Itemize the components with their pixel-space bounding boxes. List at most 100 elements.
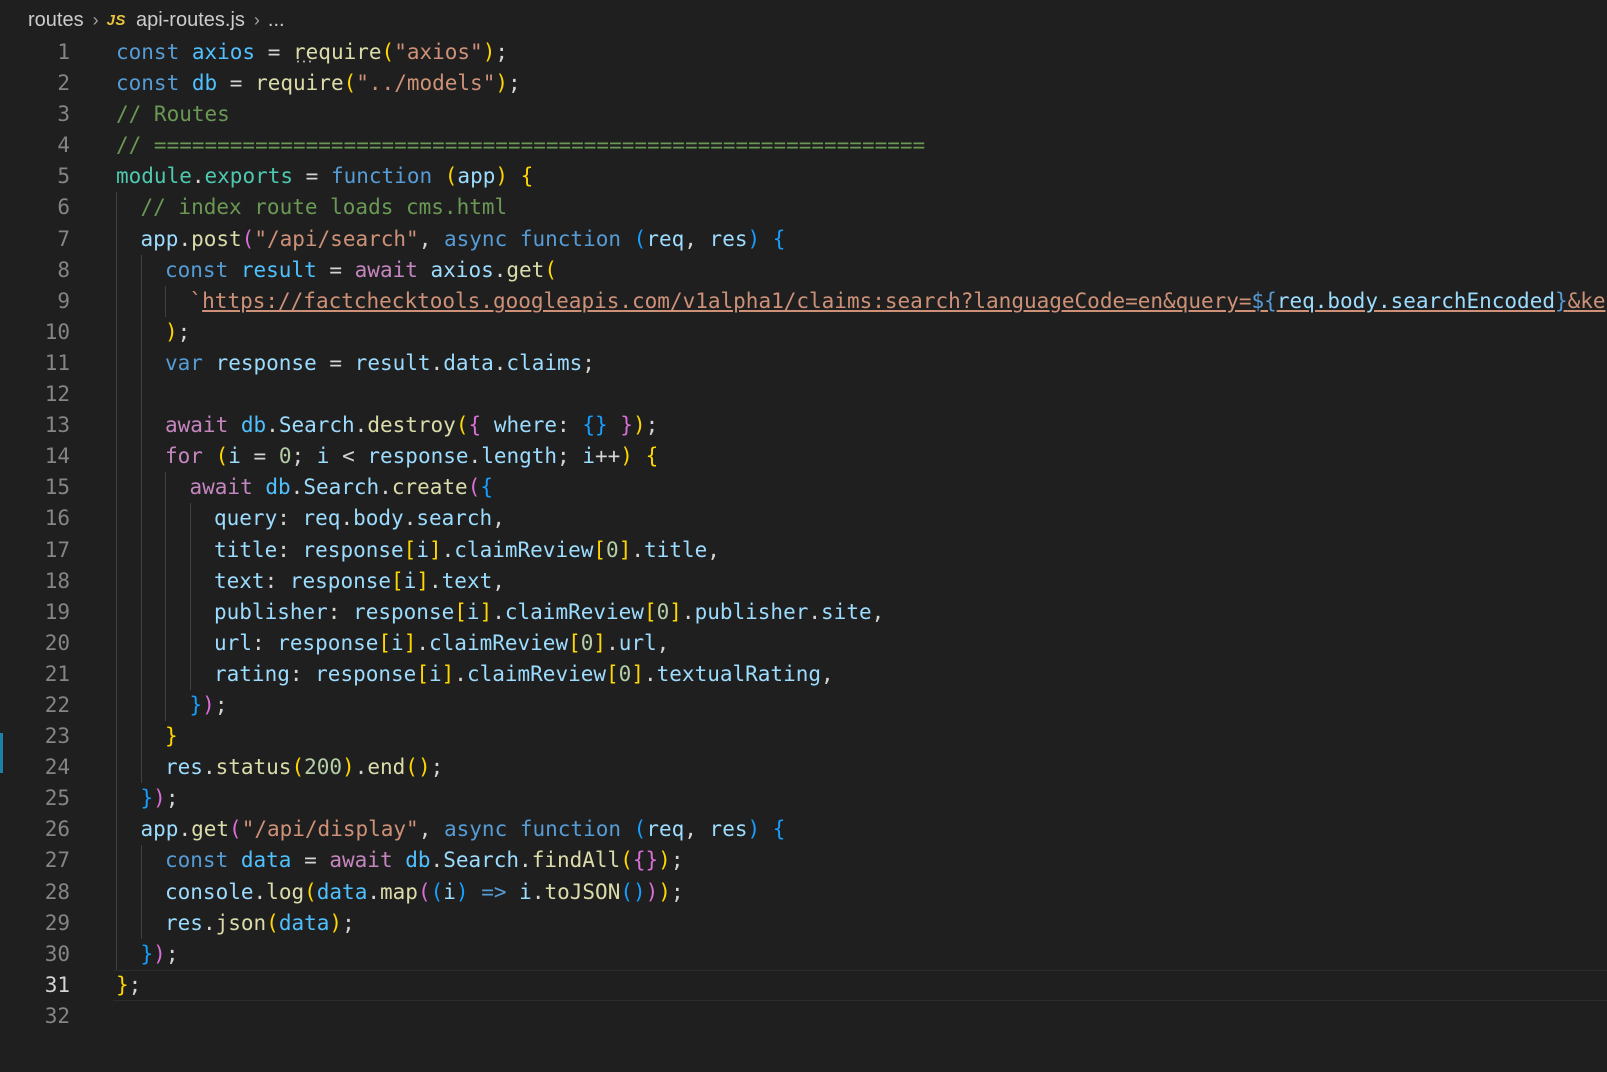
- breadcrumb-file[interactable]: api-routes.js: [136, 9, 245, 32]
- code-line[interactable]: 3 // Routes: [0, 99, 1607, 130]
- code-token: ): [165, 319, 178, 344]
- line-number[interactable]: 25: [0, 783, 70, 814]
- indent-guide: [165, 285, 166, 317]
- line-number[interactable]: 31: [0, 970, 70, 1001]
- line-number[interactable]: 32: [0, 1001, 70, 1032]
- line-number[interactable]: 11: [0, 348, 70, 379]
- code-line[interactable]: 25});: [0, 783, 1607, 815]
- breadcrumb-more[interactable]: ...: [268, 9, 285, 32]
- line-number[interactable]: 30: [0, 939, 70, 970]
- code-token: req.body.searchEncoded: [1276, 288, 1555, 313]
- code-line[interactable]: 21 rating: response[i].claimReview[0].tex…: [0, 658, 1607, 690]
- code-token: 0: [580, 630, 594, 655]
- code-token: {}: [582, 413, 608, 438]
- line-number[interactable]: 17: [0, 535, 70, 566]
- code-line[interactable]: 19 publisher: response[i].claimReview[0].…: [0, 596, 1607, 628]
- code-token: &key=: [1567, 288, 1607, 313]
- indent-guide: [116, 223, 117, 255]
- code-token: ,: [707, 537, 720, 562]
- line-number[interactable]: 15: [0, 472, 70, 503]
- code-line[interactable]: 16 query: req.body.search,: [0, 503, 1607, 535]
- line-number[interactable]: 28: [0, 877, 70, 908]
- code-token: ,: [871, 599, 885, 624]
- line-number[interactable]: 24: [0, 752, 70, 783]
- indent-guide: [140, 627, 142, 659]
- code-editor[interactable]: 1 const axios = require("axios"); 2 const d…: [0, 37, 1607, 1072]
- line-number[interactable]: 29: [0, 908, 70, 939]
- line-number[interactable]: 26: [0, 814, 70, 845]
- line-number[interactable]: 18: [0, 566, 70, 597]
- line-number[interactable]: 22: [0, 690, 70, 721]
- line-number[interactable]: 21: [0, 659, 70, 690]
- code-token: ${: [1251, 288, 1277, 313]
- line-number[interactable]: 2: [0, 68, 70, 99]
- chevron-right-icon: ›: [253, 9, 260, 30]
- code-token: .: [441, 537, 455, 562]
- code-line[interactable]: 11 var response = result.data.claims;: [0, 347, 1607, 380]
- line-number[interactable]: 27: [0, 845, 70, 876]
- code-content: rating: response[i].claimReview[0].textu…: [214, 659, 834, 690]
- code-line[interactable]: 26 app.get("/api/display", async function…: [0, 814, 1607, 846]
- line-number[interactable]: 19: [0, 597, 70, 628]
- code-line[interactable]: 10);: [0, 316, 1607, 348]
- code-token: for: [165, 444, 216, 469]
- line-number[interactable]: 9: [0, 286, 70, 317]
- line-number[interactable]: 1: [0, 37, 70, 68]
- code-token: const: [165, 848, 241, 873]
- code-token: ): [658, 879, 671, 904]
- line-number[interactable]: 20: [0, 628, 70, 659]
- indent-guide: [189, 596, 191, 628]
- line-number[interactable]: 4: [0, 130, 70, 161]
- line-number[interactable]: 5: [0, 161, 70, 192]
- line-number[interactable]: 7: [0, 224, 70, 255]
- indent-guide: [189, 658, 191, 690]
- line-number[interactable]: 8: [0, 255, 70, 286]
- line-number[interactable]: 6: [0, 192, 70, 223]
- code-line[interactable]: 22});: [0, 689, 1607, 722]
- code-line[interactable]: 29 res.json(data);: [0, 907, 1607, 939]
- code-line[interactable]: 7 app.post("/api/search", async function …: [0, 223, 1607, 255]
- line-number[interactable]: 3: [0, 99, 70, 130]
- code-line[interactable]: 1 const axios = require("axios");: [0, 37, 1607, 68]
- code-token: axios: [430, 257, 494, 282]
- code-line[interactable]: 24 res.status(200).end();: [0, 752, 1607, 784]
- line-number[interactable]: 10: [0, 317, 70, 348]
- code-line[interactable]: 32: [0, 1001, 1607, 1032]
- line-number[interactable]: 16: [0, 503, 70, 534]
- code-token: (: [444, 164, 458, 189]
- code-line[interactable]: 5 module.exports = function (app) {: [0, 161, 1607, 192]
- breadcrumb-folder[interactable]: routes: [28, 9, 84, 32]
- line-number[interactable]: 13: [0, 410, 70, 441]
- code-line[interactable]: 27 const data = await db.Search.findAll({…: [0, 845, 1607, 877]
- code-line[interactable]: 18 text: response[i].text,: [0, 565, 1607, 597]
- code-line[interactable]: 9 `https://factchecktools.googleapis.com/…: [0, 285, 1607, 317]
- code-token: .: [253, 879, 267, 904]
- code-line[interactable]: 8 const result = await axios.get(: [0, 254, 1607, 286]
- code-line[interactable]: 30});: [0, 938, 1607, 970]
- code-line[interactable]: 14 for (i = 0; i < response.length; i++) …: [0, 441, 1607, 473]
- indent-guide: [140, 596, 142, 628]
- line-number[interactable]: 12: [0, 379, 70, 410]
- code-token: title: [214, 537, 278, 562]
- code-line[interactable]: 6 // index route loads cms.html: [0, 192, 1607, 224]
- code-line[interactable]: 20 url: response[i].claimReview[0].url,: [0, 627, 1607, 659]
- code-token: [: [606, 661, 619, 686]
- code-line[interactable]: 31};: [0, 969, 1607, 1002]
- code-line[interactable]: 4 // ====================================…: [0, 130, 1607, 161]
- indent-guide: [140, 285, 142, 317]
- code-line[interactable]: 2 const db = require("../models");: [0, 68, 1607, 99]
- code-token: [: [378, 630, 392, 655]
- code-line[interactable]: 13 await db.Search.destroy({ where: {} })…: [0, 410, 1607, 442]
- code-token: =>: [481, 879, 507, 904]
- code-line[interactable]: 23}: [0, 721, 1607, 753]
- code-line[interactable]: 28 console.log(data.map((i) => i.toJSON()…: [0, 876, 1607, 908]
- code-line[interactable]: 15 await db.Search.create({: [0, 472, 1607, 504]
- code-line[interactable]: 17 title: response[i].claimReview[0].titl…: [0, 534, 1607, 566]
- indent-guide: [140, 845, 142, 877]
- code-token: ;: [508, 71, 521, 96]
- code-line[interactable]: 12: [0, 379, 1607, 411]
- indent-guide: [140, 347, 142, 380]
- line-number[interactable]: 14: [0, 441, 70, 472]
- line-number[interactable]: 23: [0, 721, 70, 752]
